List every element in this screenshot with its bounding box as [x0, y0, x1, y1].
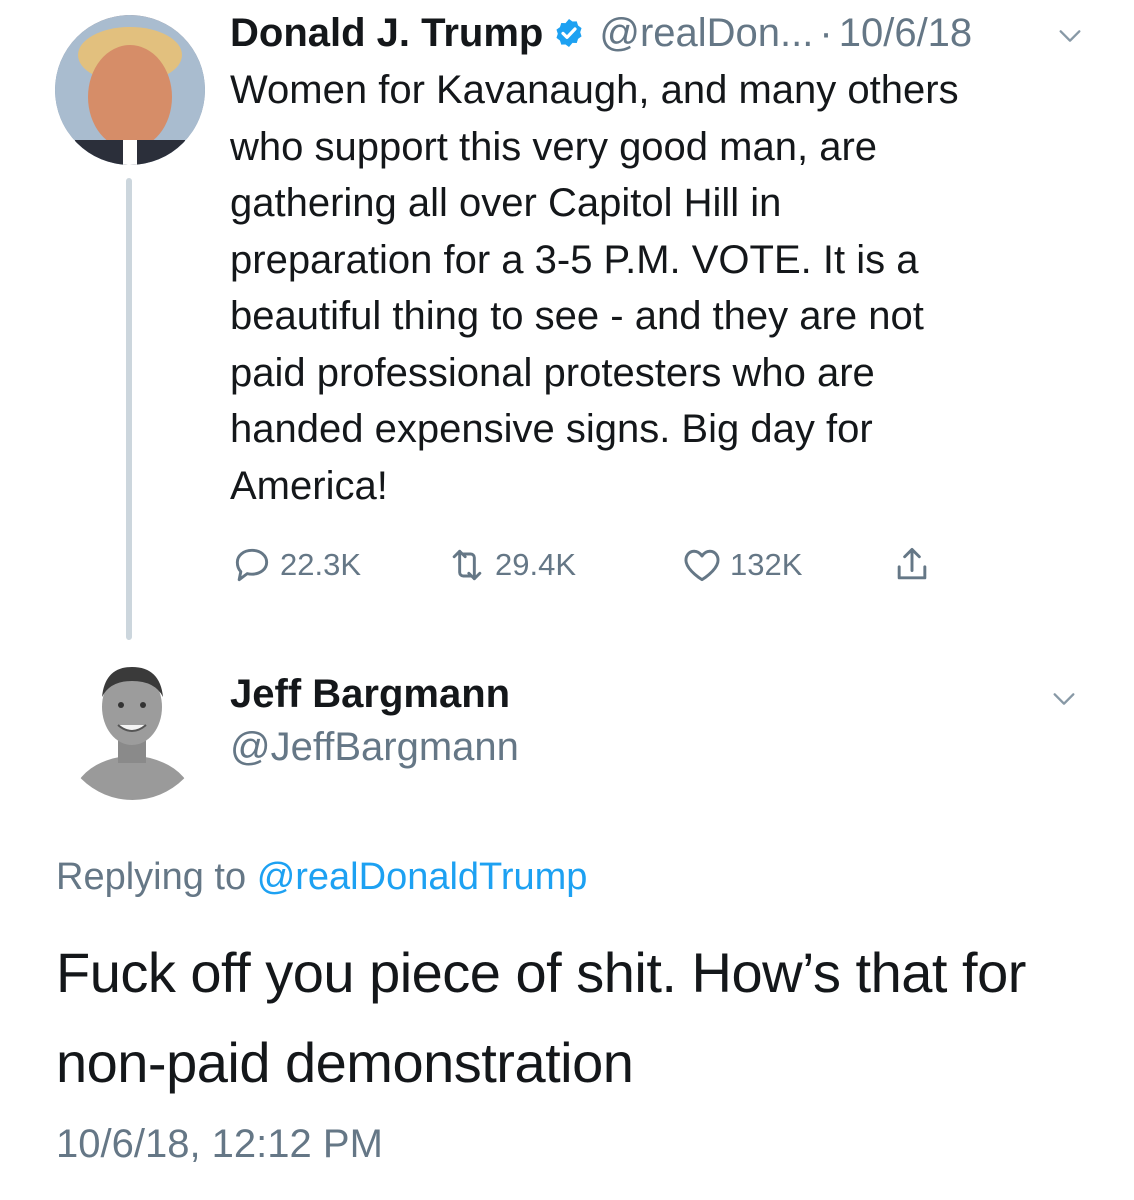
reply-author-handle[interactable]: @JeffBargmann — [230, 725, 519, 770]
replying-to-line: Replying to @realDonaldTrump — [56, 856, 587, 899]
retweet-icon — [452, 549, 482, 581]
author-name[interactable]: Donald J. Trump — [230, 11, 543, 56]
share-icon — [897, 547, 927, 580]
tweet-text: Women for Kavanaugh, and many others who… — [230, 68, 959, 508]
reply-author-name[interactable]: Jeff Bargmann — [230, 672, 510, 717]
replying-to-mention[interactable]: @realDonaldTrump — [257, 856, 588, 898]
reply-timestamp: 10/6/18, 12:12 PM — [56, 1122, 383, 1166]
avatar-jeff[interactable] — [60, 655, 205, 800]
retweet-count: 29.4K — [495, 547, 577, 582]
avatar-trump[interactable] — [55, 15, 205, 165]
tweet-date[interactable]: 10/6/18 — [839, 11, 972, 56]
reply-count: 22.3K — [280, 547, 362, 582]
heart-icon — [684, 549, 720, 582]
separator-dot: · — [819, 10, 833, 55]
thread-connector-line — [126, 178, 132, 640]
tweet-header: Donald J. Trump @realDon... · 10/6/18 — [230, 8, 972, 58]
verified-badge-icon — [556, 19, 582, 47]
like-button[interactable]: 132K — [680, 543, 890, 587]
profile-photo-icon — [55, 15, 205, 165]
like-count: 132K — [730, 547, 803, 582]
replying-to-label: Replying to — [56, 856, 247, 898]
reply-tweet-text: Fuck off you piece of shit. How’s that f… — [56, 941, 1026, 1094]
chevron-down-icon[interactable] — [1056, 22, 1084, 50]
tweet-actions: 22.3K 29.4K 132K — [230, 540, 940, 590]
reply-bubble-icon — [235, 548, 269, 582]
author-handle[interactable]: @realDon... — [599, 11, 813, 56]
reply-button[interactable]: 22.3K — [230, 543, 445, 587]
chevron-down-icon[interactable] — [1050, 685, 1078, 713]
share-button[interactable] — [890, 543, 940, 587]
profile-photo-icon — [60, 655, 205, 800]
retweet-button[interactable]: 29.4K — [445, 543, 680, 587]
